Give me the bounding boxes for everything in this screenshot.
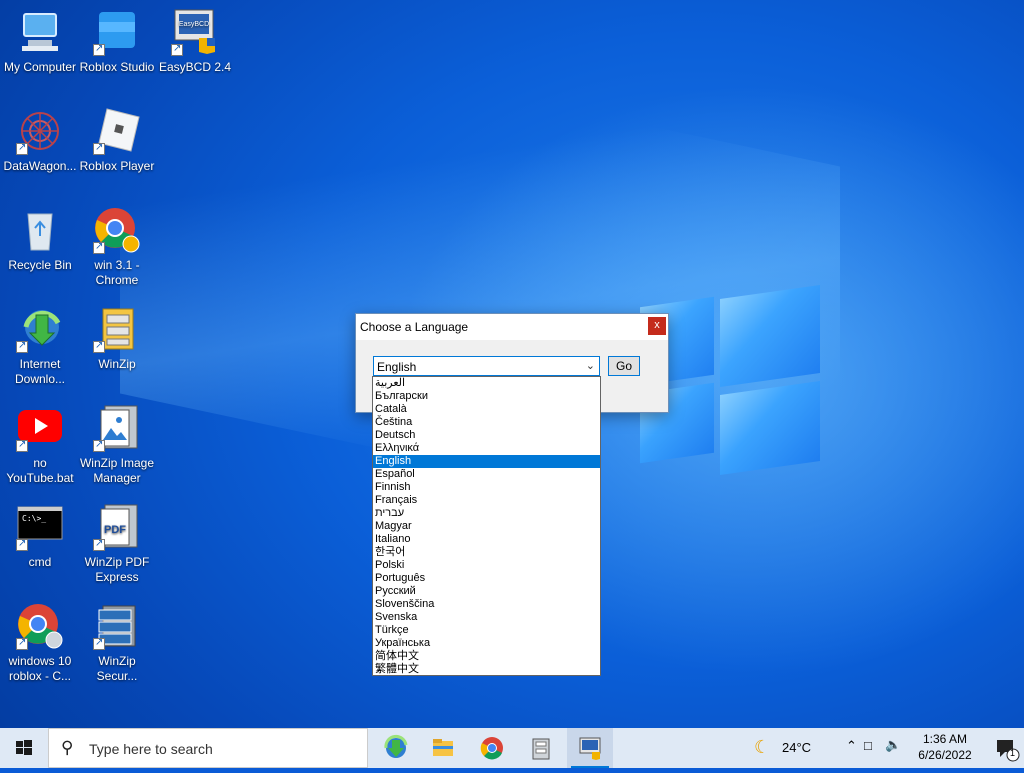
clock-date: 6/26/2022 (918, 748, 972, 762)
chevron-up-icon[interactable]: ⌃ (846, 738, 857, 754)
winzip-secure-icon (93, 602, 141, 650)
search-placeholder: Type here to search (89, 741, 213, 757)
taskbar-app-internet-download-manager[interactable] (372, 728, 418, 768)
easybcd-icon: EasyBCD (171, 8, 219, 56)
computer-icon (16, 8, 64, 56)
language-option[interactable]: עברית (373, 507, 600, 520)
language-option[interactable]: Türkçe (373, 624, 600, 637)
desktop-icon-my-computer[interactable]: My Computer (0, 8, 80, 75)
youtube-icon (16, 404, 64, 452)
notification-count: 1 (1010, 748, 1016, 758)
taskbar-app-easybcd[interactable] (567, 728, 613, 768)
clock-time: 1:36 AM (922, 732, 968, 746)
language-option[interactable]: Português (373, 572, 600, 585)
desktop-icon-winzip-pdf-express[interactable]: PDF WinZip PDF Express (77, 503, 157, 585)
language-option[interactable]: العربية (373, 377, 600, 390)
language-option[interactable]: Polski (373, 559, 600, 572)
language-option[interactable]: Magyar (373, 520, 600, 533)
roblox-player-icon (93, 107, 141, 155)
notification-center-button[interactable]: 1 (988, 728, 1024, 768)
start-button[interactable] (0, 728, 48, 768)
desktop-icon-internet-download-manager[interactable]: Internet Downlo... (0, 305, 80, 387)
desktop-icon-winzip-secure[interactable]: WinZip Secur... (77, 602, 157, 684)
taskbar-search-input[interactable]: ⚲ Type here to search (48, 728, 368, 768)
desktop-icon-win31-chrome[interactable]: win 3.1 - Chrome (77, 206, 157, 288)
svg-text:C:\>_: C:\>_ (22, 514, 46, 523)
language-option[interactable]: Italiano (373, 533, 600, 546)
chrome-profile-icon (16, 602, 64, 650)
language-option[interactable]: 简体中文 (373, 650, 600, 663)
close-button[interactable]: x (648, 317, 666, 335)
language-option[interactable]: Slovenščina (373, 598, 600, 611)
language-option[interactable]: 한국어 (373, 546, 600, 559)
language-option[interactable]: English (373, 455, 600, 468)
volume-icon[interactable]: 🔈 (885, 737, 901, 753)
language-option[interactable]: Ελληνικά (373, 442, 600, 455)
dialog-titlebar[interactable]: Choose a Language x (356, 314, 668, 340)
language-option[interactable]: Русский (373, 585, 600, 598)
svg-text:PDF: PDF (104, 524, 126, 536)
moon-icon: ☾ (754, 737, 771, 757)
svg-text:EasyBCD: EasyBCD (179, 21, 209, 28)
network-icon[interactable]: □ (864, 738, 872, 753)
internet-download-manager-icon (16, 305, 64, 353)
chevron-down-icon[interactable]: ⌄ (586, 359, 595, 372)
language-select-value: English (377, 360, 417, 374)
taskbar-app-winzip[interactable] (518, 728, 564, 768)
desktop-icon-roblox-player[interactable]: Roblox Player (77, 107, 157, 174)
winzip-icon (532, 738, 550, 760)
language-option[interactable]: Deutsch (373, 429, 600, 442)
search-icon: ⚲ (61, 738, 74, 757)
clock[interactable]: 1:36 AM 6/26/2022 (910, 728, 980, 768)
recycle-bin-icon (16, 206, 64, 254)
desktop-icon-winzip-image-manager[interactable]: WinZip Image Manager (77, 404, 157, 486)
language-option[interactable]: Finnish (373, 481, 600, 494)
desktop: My Computer Roblox Studio EasyBCD EasyBC… (0, 0, 1024, 728)
language-select[interactable]: English ⌄ (373, 356, 600, 376)
language-option[interactable]: Català (373, 403, 600, 416)
dialog-title: Choose a Language (360, 320, 469, 334)
notification-icon (997, 740, 1020, 762)
language-option[interactable]: Español (373, 468, 600, 481)
language-option[interactable]: 繁體中文 (373, 663, 600, 675)
winzip-icon (93, 305, 141, 353)
cmd-icon: C:\>_ (16, 503, 64, 551)
chrome-icon (480, 737, 503, 760)
desktop-icon-recycle-bin[interactable]: Recycle Bin (0, 206, 80, 273)
taskbar: ⚲ Type here to search ☾ 24°C ⌃ □ 🔈 1:36 … (0, 728, 1024, 768)
taskbar-app-file-explorer[interactable] (420, 728, 466, 768)
easybcd-icon (579, 737, 601, 760)
desktop-icon-roblox-studio[interactable]: Roblox Studio (77, 8, 157, 75)
weather-temp: 24°C (782, 740, 812, 755)
chrome-profile-icon (93, 206, 141, 254)
language-option[interactable]: Български (373, 390, 600, 403)
desktop-icon-winzip[interactable]: WinZip (77, 305, 157, 372)
language-dropdown-list[interactable]: العربية Български Català Čeština Deutsch Ελλη… (372, 376, 601, 676)
windows-start-icon (16, 740, 32, 755)
desktop-icon-datawagon[interactable]: DataWagon... (0, 107, 80, 174)
language-option[interactable]: Svenska (373, 611, 600, 624)
desktop-icon-no-youtube-bat[interactable]: no YouTube.bat (0, 404, 80, 486)
desktop-icon-windows10-roblox-chrome[interactable]: windows 10 roblox - C... (0, 602, 80, 684)
file-explorer-icon (433, 739, 453, 756)
language-option[interactable]: Français (373, 494, 600, 507)
datawagon-icon (16, 107, 64, 155)
winzip-image-manager-icon (93, 404, 141, 452)
language-option[interactable]: Українська (373, 637, 600, 650)
system-tray: ☾ 24°C ⌃ □ 🔈 1:36 AM 6/26/2022 1 (744, 728, 1024, 768)
desktop-icon-cmd[interactable]: C:\>_ cmd (0, 503, 80, 570)
internet-download-manager-icon (384, 734, 408, 758)
go-button[interactable]: Go (608, 356, 640, 376)
winzip-pdf-icon: PDF (93, 503, 141, 551)
taskbar-app-chrome[interactable] (469, 728, 515, 768)
roblox-studio-icon (93, 8, 141, 56)
desktop-icon-easybcd[interactable]: EasyBCD EasyBCD 2.4 (155, 8, 235, 75)
weather-widget[interactable]: ☾ 24°C (754, 728, 844, 768)
language-option[interactable]: Čeština (373, 416, 600, 429)
